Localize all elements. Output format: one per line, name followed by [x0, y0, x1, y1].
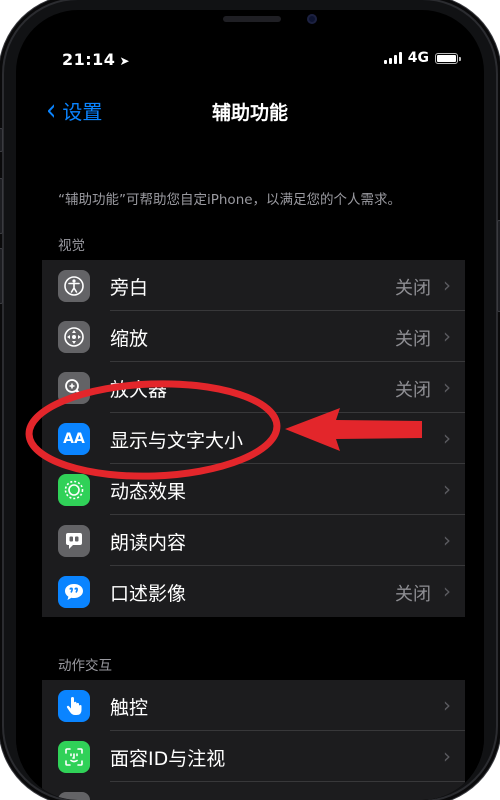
row-value: 关闭: [395, 329, 431, 350]
status-time: 21:14 ➤: [62, 50, 130, 69]
chevron-right-icon: ›: [443, 273, 451, 297]
voiceover-icon: [58, 270, 90, 302]
row-voiceover[interactable]: 旁白 关闭 ›: [42, 260, 465, 311]
row-partial[interactable]: [42, 782, 465, 800]
mute-switch: [0, 128, 3, 152]
settings-content[interactable]: “辅助功能”可帮助您自定iPhone，以满足您的个人需求。 视觉 旁白 关闭 ›: [16, 134, 484, 800]
screen: 21:14 ➤ 4G ‹ 设置 辅助功能 “辅助功能”可帮助您自定iPhone，以…: [16, 10, 484, 800]
chevron-right-icon: ›: [443, 324, 451, 348]
status-time-text: 21:14: [62, 50, 116, 69]
row-value: 关闭: [395, 278, 431, 299]
row-zoom[interactable]: 缩放 关闭 ›: [42, 311, 465, 362]
cellular-signal-icon: [383, 52, 402, 64]
row-display-text-size[interactable]: AA 显示与文字大小 ›: [42, 413, 465, 464]
text-size-icon: AA: [58, 423, 90, 455]
row-label: 旁白: [110, 277, 149, 299]
row-label: 放大器: [110, 379, 168, 401]
row-magnifier[interactable]: 放大器 关闭 ›: [42, 362, 465, 413]
page-description: “辅助功能”可帮助您自定iPhone，以满足您的个人需求。: [58, 192, 402, 208]
interaction-group: 触控 › 面容ID与注视 ›: [42, 680, 465, 800]
chevron-right-icon: ›: [443, 528, 451, 552]
row-spoken-content[interactable]: 朗读内容 ›: [42, 515, 465, 566]
face-id-icon: [58, 741, 90, 773]
spoken-content-icon: [58, 525, 90, 557]
phone-frame: 21:14 ➤ 4G ‹ 设置 辅助功能 “辅助功能”可帮助您自定iPhone，以…: [0, 0, 500, 800]
navigation-bar: ‹ 设置 辅助功能: [16, 92, 484, 132]
row-value: 关闭: [395, 380, 431, 401]
row-motion[interactable]: 动态效果 ›: [42, 464, 465, 515]
chevron-right-icon: ›: [443, 693, 451, 717]
motion-icon: [58, 474, 90, 506]
partial-row-icon: [58, 792, 90, 800]
row-face-id[interactable]: 面容ID与注视 ›: [42, 731, 465, 782]
zoom-icon: [58, 321, 90, 353]
row-label: 朗读内容: [110, 532, 187, 554]
row-label: 面容ID与注视: [110, 748, 226, 770]
front-camera: [307, 14, 317, 24]
row-label: 触控: [110, 697, 149, 719]
volume-up-button: [0, 178, 3, 234]
status-right: 4G: [383, 50, 461, 66]
magnifier-icon: [58, 372, 90, 404]
notch: [137, 10, 365, 54]
battery-icon: [435, 52, 461, 64]
chevron-right-icon: ›: [443, 744, 451, 768]
row-label: 动态效果: [110, 481, 187, 503]
section-header-interaction: 动作交互: [58, 658, 112, 674]
section-header-vision: 视觉: [58, 238, 85, 254]
row-label: 口述影像: [110, 583, 187, 605]
row-label: 显示与文字大小: [110, 430, 244, 452]
audio-description-icon: [58, 576, 90, 608]
chevron-right-icon: ›: [443, 477, 451, 501]
vision-group: 旁白 关闭 › 缩放 关闭 › 放大器 关闭 › AA 显示与文字大小 › 动态…: [42, 260, 465, 617]
chevron-right-icon: ›: [443, 375, 451, 399]
row-label: 缩放: [110, 328, 149, 350]
chevron-right-icon: ›: [443, 426, 451, 450]
chevron-right-icon: ›: [443, 579, 451, 603]
touch-icon: [58, 690, 90, 722]
row-value: 关闭: [395, 584, 431, 605]
row-touch[interactable]: 触控 ›: [42, 680, 465, 731]
row-audio-description[interactable]: 口述影像 关闭 ›: [42, 566, 465, 617]
earpiece-speaker: [223, 16, 281, 22]
volume-down-button: [0, 248, 3, 304]
location-arrow-icon: ➤: [119, 54, 130, 68]
page-title: 辅助功能: [211, 102, 288, 124]
network-type: 4G: [407, 50, 429, 66]
